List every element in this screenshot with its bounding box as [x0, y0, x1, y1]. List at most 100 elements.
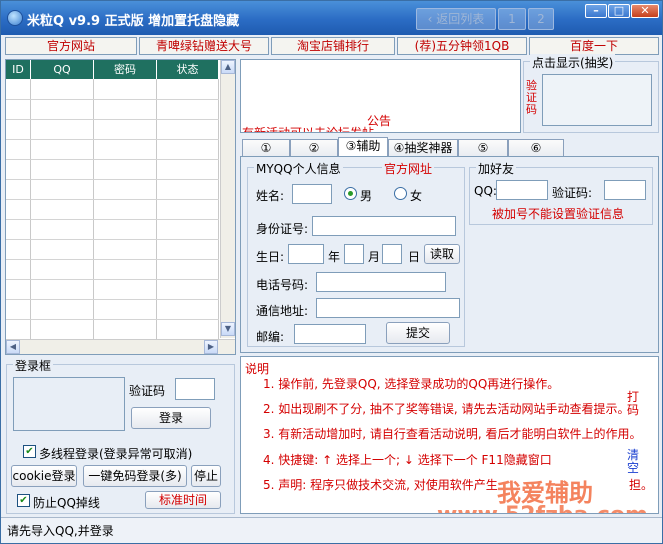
table-row[interactable]: [6, 279, 219, 280]
tab-content-panel: MYQQ个人信息 官方网址 姓名: 男 女 身份证号: 生日: 年 月 日 读取…: [240, 156, 659, 353]
standard-time-button[interactable]: 标准时间: [145, 491, 221, 509]
add-friend-note: 被加号不能设置验证信息: [492, 207, 625, 221]
captcha-side-label: 验证码: [526, 79, 537, 116]
official-site-link[interactable]: 官方网站: [5, 37, 137, 55]
table-row[interactable]: [6, 99, 219, 100]
onekey-login-button[interactable]: 一键免码登录(多): [83, 465, 187, 487]
col-id[interactable]: ID: [6, 60, 31, 79]
gender-male-radio[interactable]: [344, 187, 357, 200]
birth-year-input[interactable]: [288, 244, 324, 264]
tab-6[interactable]: ⑥: [508, 139, 564, 156]
multithread-checkbox[interactable]: ✔: [23, 445, 36, 458]
maximize-icon: □: [613, 4, 625, 17]
minimize-button[interactable]: –: [585, 4, 607, 18]
instruction-line-5-tail: 担。: [629, 478, 654, 492]
phone-input[interactable]: [316, 272, 446, 292]
id-number-label: 身份证号:: [256, 222, 309, 236]
tab-lottery[interactable]: ④抽奖神器: [388, 139, 458, 156]
official-url-link[interactable]: 官方网址: [382, 160, 435, 177]
notice-panel: 公告 有新活动可以去论坛发帖: [240, 59, 521, 133]
instruction-line-5: 5. 声明: 程序只做技术交流, 对使用软件产生: [263, 478, 498, 492]
login-button[interactable]: 登录: [131, 407, 211, 429]
close-button[interactable]: ✕: [631, 4, 659, 18]
login-captcha-label: 验证码: [129, 384, 166, 398]
day-label: 日: [408, 250, 421, 264]
phone-label: 电话号码:: [256, 278, 309, 292]
instruction-line-3: 3. 有新活动增加时, 请自行查看活动说明, 看后才能明白软件上的作用。: [263, 427, 642, 441]
tab-5[interactable]: ⑤: [458, 139, 508, 156]
table-row[interactable]: [6, 319, 219, 320]
tab-1[interactable]: ①: [242, 139, 290, 156]
clear-link[interactable]: 清空: [627, 449, 639, 475]
table-row[interactable]: [6, 139, 219, 140]
top-link-bar: 官方网站 青啤绿钻赠送大号 淘宝店铺排行 (荐)五分钟领1QB 百度一下: [5, 37, 659, 55]
id-number-input[interactable]: [312, 216, 456, 236]
ghost-back-arrow-icon: ‹: [427, 12, 437, 26]
zip-label: 邮编:: [256, 330, 285, 344]
table-vertical-scrollbar[interactable]: ▲ ▼: [220, 60, 235, 338]
table-horizontal-scrollbar[interactable]: ◀ ▶: [6, 339, 235, 354]
name-input[interactable]: [292, 184, 332, 204]
table-row[interactable]: [6, 219, 219, 220]
qb-link[interactable]: (荐)五分钟领1QB: [397, 37, 527, 55]
birth-month-input[interactable]: [344, 244, 364, 264]
name-label: 姓名:: [256, 189, 285, 203]
scroll-left-icon[interactable]: ◀: [6, 340, 20, 354]
window-title: 米粒Q v9.9 正式版 增加置托盘隐藏: [27, 14, 240, 29]
anti-drop-checkbox[interactable]: ✔: [17, 494, 30, 507]
instruction-line-4: 4. 快捷键: ↑ 选择上一个; ↓ 选择下一个 F11隐藏窗口: [263, 453, 552, 467]
login-captcha-input[interactable]: [175, 378, 215, 400]
scroll-right-icon[interactable]: ▶: [204, 340, 218, 354]
year-label: 年: [328, 250, 341, 264]
qq-account-table[interactable]: ID QQ 密码 状态 ▲ ▼ ◀ ▶: [5, 59, 236, 355]
table-row[interactable]: [6, 199, 219, 200]
address-input[interactable]: [316, 298, 460, 318]
add-friend-group: 加好友 QQ: 验证码: 被加号不能设置验证信息: [469, 160, 653, 225]
captcha-preview-title: 点击显示(抽奖): [530, 54, 616, 71]
scroll-down-icon[interactable]: ▼: [221, 322, 235, 336]
col-status[interactable]: 状态: [157, 60, 219, 79]
main-window: 米粒Q v9.9 正式版 增加置托盘隐藏 ‹ 返回列表 1 2 – □ ✕ 官方…: [0, 0, 663, 544]
submit-button[interactable]: 提交: [386, 322, 450, 344]
title-bar: 米粒Q v9.9 正式版 增加置托盘隐藏 ‹ 返回列表 1 2 – □ ✕: [1, 1, 662, 35]
multithread-label: 多线程登录(登录异常可取消): [39, 447, 193, 461]
table-row[interactable]: [6, 299, 219, 300]
print-code-link[interactable]: 打码: [627, 391, 639, 417]
baidu-link[interactable]: 百度一下: [529, 37, 659, 55]
login-captcha-image[interactable]: [13, 377, 125, 431]
minimize-icon: –: [593, 4, 599, 17]
birth-day-input[interactable]: [382, 244, 402, 264]
ghost-back-label: 返回列表: [436, 12, 485, 26]
ghost-page-1: 1: [498, 8, 526, 30]
read-button[interactable]: 读取: [424, 244, 460, 264]
male-label: 男: [360, 189, 373, 203]
stop-button[interactable]: 停止: [191, 465, 221, 487]
login-title: 登录框: [13, 357, 54, 374]
captcha-image[interactable]: [542, 74, 652, 126]
myqq-group: MYQQ个人信息 官方网址 姓名: 男 女 身份证号: 生日: 年 月 日 读取…: [247, 160, 465, 347]
green-diamond-link[interactable]: 青啤绿钻赠送大号: [139, 37, 269, 55]
gender-female-radio[interactable]: [394, 187, 407, 200]
friend-qq-input[interactable]: [496, 180, 548, 200]
table-row[interactable]: [6, 239, 219, 240]
col-password[interactable]: 密码: [94, 60, 157, 79]
cookie-login-button[interactable]: cookie登录: [11, 465, 77, 487]
taobao-rank-link[interactable]: 淘宝店铺排行: [271, 37, 395, 55]
zip-input[interactable]: [294, 324, 366, 344]
table-row[interactable]: [6, 179, 219, 180]
female-label: 女: [410, 189, 423, 203]
table-row[interactable]: [6, 259, 219, 260]
captcha-preview-group: 点击显示(抽奖) 验证码: [523, 54, 659, 133]
tab-2[interactable]: ②: [290, 139, 338, 156]
table-row[interactable]: [6, 159, 219, 160]
tab-helper[interactable]: ③辅助: [338, 137, 388, 156]
maximize-button[interactable]: □: [608, 4, 630, 18]
table-row[interactable]: [6, 119, 219, 120]
scroll-up-icon[interactable]: ▲: [221, 60, 235, 74]
instruction-line-2: 2. 如出现刷不了分, 抽不了奖等错误, 请先去活动网站手动查看提示。: [263, 402, 630, 416]
col-qq[interactable]: QQ: [31, 60, 94, 79]
friend-captcha-input[interactable]: [604, 180, 646, 200]
instruction-line-1: 1. 操作前, 先登录QQ, 选择登录成功的QQ再进行操作。: [263, 377, 560, 391]
month-label: 月: [368, 250, 381, 264]
ghost-back-link: ‹ 返回列表: [416, 8, 496, 30]
